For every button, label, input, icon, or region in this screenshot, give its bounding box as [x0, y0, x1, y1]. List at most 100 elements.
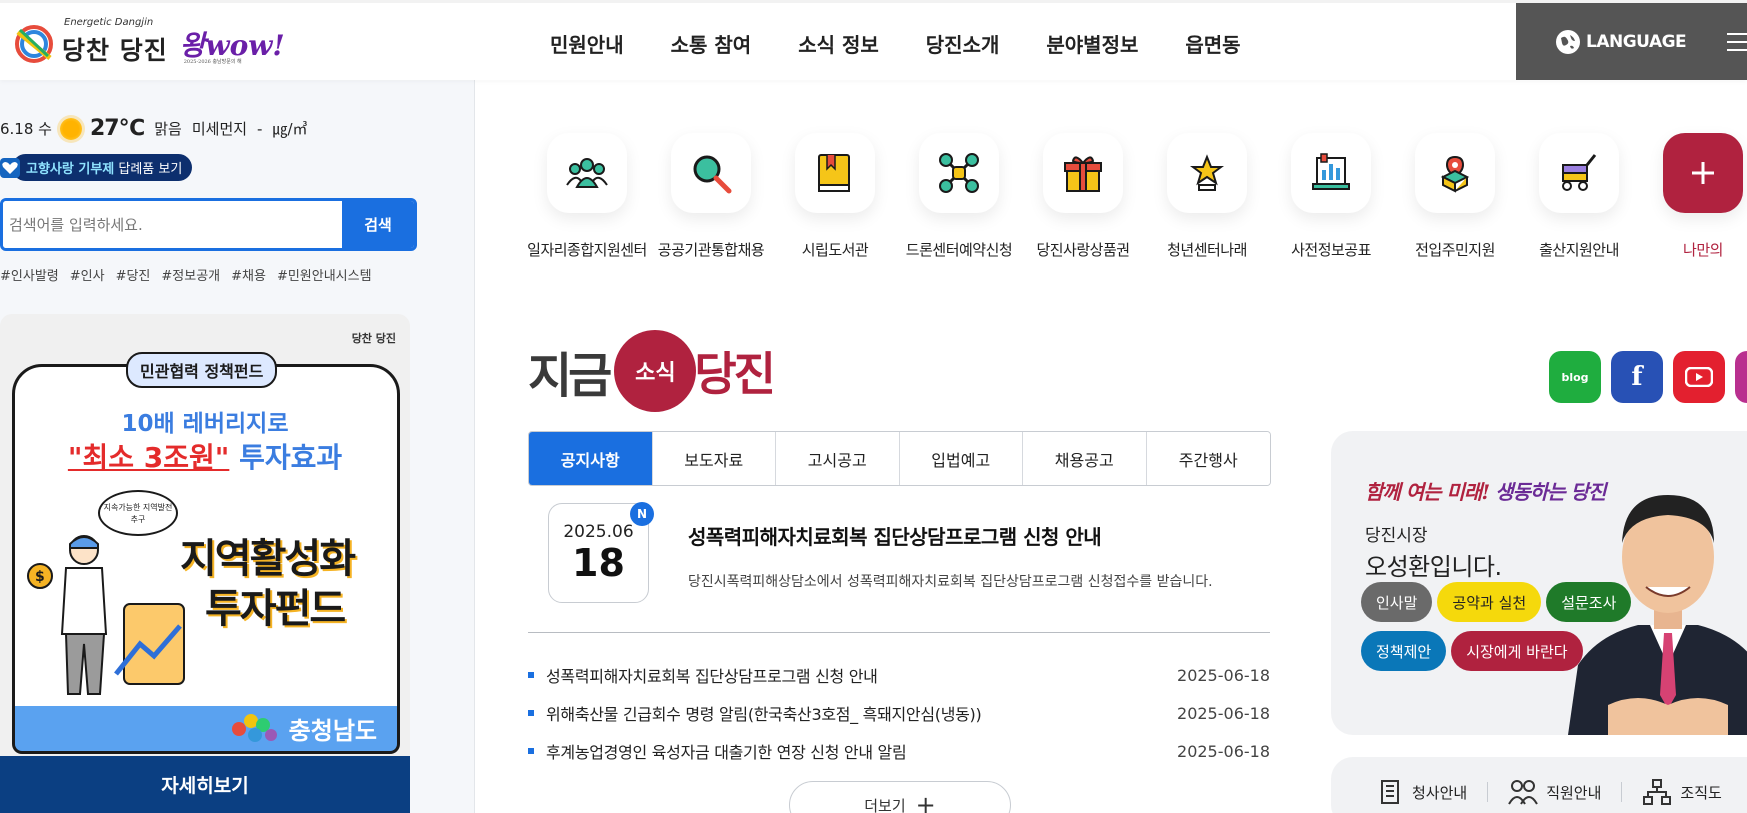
- quick-link-label: 일자리종합지원센터: [527, 241, 647, 259]
- org-chart-icon: [1643, 779, 1672, 805]
- language-button[interactable]: LANGUAGE: [1516, 3, 1747, 80]
- mayor-menu-row2: 정책제안 시장에게 바란다: [1361, 631, 1588, 671]
- featured-news[interactable]: 2025.06 18 N 성폭력피해자치료회복 집단상담프로그램 신청 안내 당…: [548, 502, 1213, 603]
- util-label: 조직도: [1680, 783, 1722, 802]
- news-divider: [528, 632, 1270, 633]
- tag-link[interactable]: #인사발령: [0, 265, 59, 284]
- search-input[interactable]: [3, 201, 342, 248]
- chart-board-icon: [1291, 133, 1371, 213]
- hometown-donation-link[interactable]: 고향사랑 기부제 답례품 보기: [0, 154, 193, 181]
- weather-condition: 맑음: [154, 120, 182, 138]
- main-nav: 민원안내 소통 참여 소식 정보 당진소개 분야별정보 읍면동: [550, 29, 1288, 58]
- visit-year-logo: 왕wow! 2025-2026 충남방문의 해: [180, 24, 285, 65]
- news-list-item[interactable]: 성폭력피해자치료회복 집단상담프로그램 신청 안내 2025-06-18: [528, 656, 1270, 694]
- language-label: LANGUAGE: [1586, 31, 1687, 52]
- speech-bubble: 지속가능한 지역발전 추구: [98, 490, 178, 536]
- office-guide-link[interactable]: 청사안내: [1376, 778, 1467, 806]
- greeting-button[interactable]: 인사말: [1361, 582, 1433, 622]
- news-list-item[interactable]: 후계농업경영인 육성자금 대출기한 연장 신청 안내 알림 2025-06-18: [528, 732, 1270, 770]
- globe-icon: [1556, 29, 1580, 54]
- staff-guide-link[interactable]: 직원안내: [1508, 778, 1601, 806]
- tab-legislation[interactable]: 입법예고: [899, 432, 1023, 485]
- logo-tagline: Energetic Dangjin: [64, 17, 154, 28]
- survey-button[interactable]: 설문조사: [1546, 582, 1632, 622]
- news-item-title: 성폭력피해자치료회복 집단상담프로그램 신청 안내: [528, 663, 878, 687]
- blog-button[interactable]: blog: [1549, 351, 1601, 403]
- wow-logo-sub: 2025-2026 충남방문의 해: [183, 59, 242, 65]
- sun-icon: [59, 117, 82, 140]
- facebook-button[interactable]: f: [1611, 351, 1663, 403]
- banner-bottom: 충청남도: [12, 706, 400, 754]
- tab-weekly-events[interactable]: 주간행사: [1146, 432, 1270, 485]
- quick-link-birth-support[interactable]: 출산지원안내: [1517, 133, 1641, 260]
- policy-proposal-button[interactable]: 정책제안: [1361, 631, 1447, 671]
- org-chart-link[interactable]: 조직도: [1642, 778, 1722, 806]
- tag-link[interactable]: #정보공개: [161, 265, 220, 284]
- tab-recruitment[interactable]: 채용공고: [1023, 432, 1147, 485]
- quick-link-new-residents[interactable]: 전입주민지원: [1393, 133, 1517, 260]
- site-logo[interactable]: Energetic Dangjin 당찬 당진 왕wow! 2025-2026 …: [12, 17, 285, 67]
- search-button[interactable]: 검색: [342, 201, 414, 248]
- tag-link[interactable]: #민원안내시스템: [277, 265, 372, 284]
- stroller-icon: [1539, 133, 1619, 213]
- quick-link-my-menu[interactable]: 나만의: [1641, 133, 1747, 260]
- util-label: 직원안내: [1546, 783, 1602, 802]
- banner-logo: 당찬 당진: [351, 332, 396, 345]
- tab-announcement[interactable]: 고시공고: [776, 432, 900, 485]
- popular-tags: #인사발령 #인사 #당진 #정보공개 #채용 #민원안내시스템: [0, 265, 383, 284]
- mayor-name: 오성환입니다.: [1365, 553, 1502, 581]
- hamburger-menu-icon[interactable]: [1727, 33, 1747, 57]
- quick-link-jobs[interactable]: 일자리종합지원센터: [525, 133, 649, 260]
- youtube-icon: [1685, 367, 1713, 387]
- quick-link-drone[interactable]: 드론센터예약신청: [897, 133, 1021, 260]
- quick-link-public-hiring[interactable]: 공공기관통합채용: [649, 133, 773, 260]
- news-tabs: 공지사항 보도자료 고시공고 입법예고 채용공고 주간행사: [528, 431, 1271, 486]
- mayor-card: 함께 여는 미래! 생동하는 당진 당진시장 오성환입니다. 인사말 공약과 실…: [1331, 431, 1747, 735]
- news-list-item[interactable]: 위해축산물 긴급회수 명령 알림(한국축산3호점_ 흑돼지안심(냉동)) 202…: [528, 694, 1270, 732]
- more-news-button[interactable]: 더보기 +: [789, 781, 1011, 813]
- tag-link[interactable]: #채용: [231, 265, 266, 284]
- banner-detail-button[interactable]: 자세히보기: [0, 756, 410, 813]
- banner-line2-red: "최소 3조원": [67, 441, 230, 474]
- featured-date-box: 2025.06 18 N: [548, 502, 654, 603]
- promo-banner[interactable]: 당찬 당진 민관협력 정책펀드 10배 레버리지로 "최소 3조원" 투자효과 …: [0, 314, 410, 813]
- quick-link-info-disclosure[interactable]: 사전정보공표: [1269, 133, 1393, 260]
- featured-title[interactable]: 성폭력피해자치료회복 집단상담프로그램 신청 안내: [688, 521, 1102, 550]
- banner-line1: 10배 레버리지로: [121, 411, 289, 437]
- wish-to-mayor-button[interactable]: 시장에게 바란다: [1451, 631, 1583, 671]
- quick-link-label: 사전정보공표: [1291, 241, 1371, 259]
- star-trophy-icon: [1167, 133, 1247, 213]
- new-badge: N: [630, 502, 654, 526]
- location-box-icon: [1415, 133, 1495, 213]
- instagram-button[interactable]: [1735, 351, 1747, 403]
- news-item-date: 2025-06-18: [1177, 703, 1270, 723]
- nav-item-fields[interactable]: 분야별정보: [1046, 29, 1138, 58]
- search-form: 검색: [0, 198, 417, 251]
- quick-link-youth-center[interactable]: 청년센터나래: [1145, 133, 1269, 260]
- nav-item-towns[interactable]: 읍면동: [1185, 29, 1240, 58]
- tab-press[interactable]: 보도자료: [652, 432, 776, 485]
- nav-item-news[interactable]: 소식 정보: [798, 29, 879, 58]
- mayor-menu-row1: 인사말 공약과 실천 설문조사: [1361, 582, 1636, 622]
- drone-icon: [919, 133, 999, 213]
- plus-icon: [1663, 133, 1743, 213]
- left-panel: 6.18 수 27℃ 맑음 미세먼지 - ㎍/㎥ 고향사랑 기부제 답례품 보기…: [0, 80, 475, 813]
- quick-link-gift-voucher[interactable]: 당진사랑상품권: [1021, 133, 1145, 260]
- nav-item-participation[interactable]: 소통 참여: [671, 29, 752, 58]
- pledge-button[interactable]: 공약과 실천: [1437, 582, 1542, 622]
- tag-link[interactable]: #인사: [70, 265, 105, 284]
- nav-item-about[interactable]: 당진소개: [926, 29, 1000, 58]
- news-item-date: 2025-06-18: [1177, 741, 1270, 761]
- quick-link-library[interactable]: 시립도서관: [773, 133, 897, 260]
- featured-description: 당진시폭력피해상담소에서 성폭력피해자치료회복 집단상담프로그램 신청접수를 받…: [688, 574, 1213, 590]
- news-list: 성폭력피해자치료회복 집단상담프로그램 신청 안내 2025-06-18 위해축…: [528, 656, 1270, 770]
- tag-link[interactable]: #당진: [116, 265, 151, 284]
- news-title-circle: 소식: [614, 330, 697, 412]
- dust-unit: ㎍/㎥: [272, 120, 308, 138]
- featured-year-month: 2025.06: [563, 522, 634, 542]
- youtube-button[interactable]: [1673, 351, 1725, 403]
- nav-item-civil[interactable]: 민원안내: [550, 29, 624, 58]
- banner-line2: "최소 3조원" 투자효과: [0, 436, 410, 476]
- banner-line2-rest: 투자효과: [229, 441, 343, 474]
- tab-notice[interactable]: 공지사항: [529, 432, 653, 485]
